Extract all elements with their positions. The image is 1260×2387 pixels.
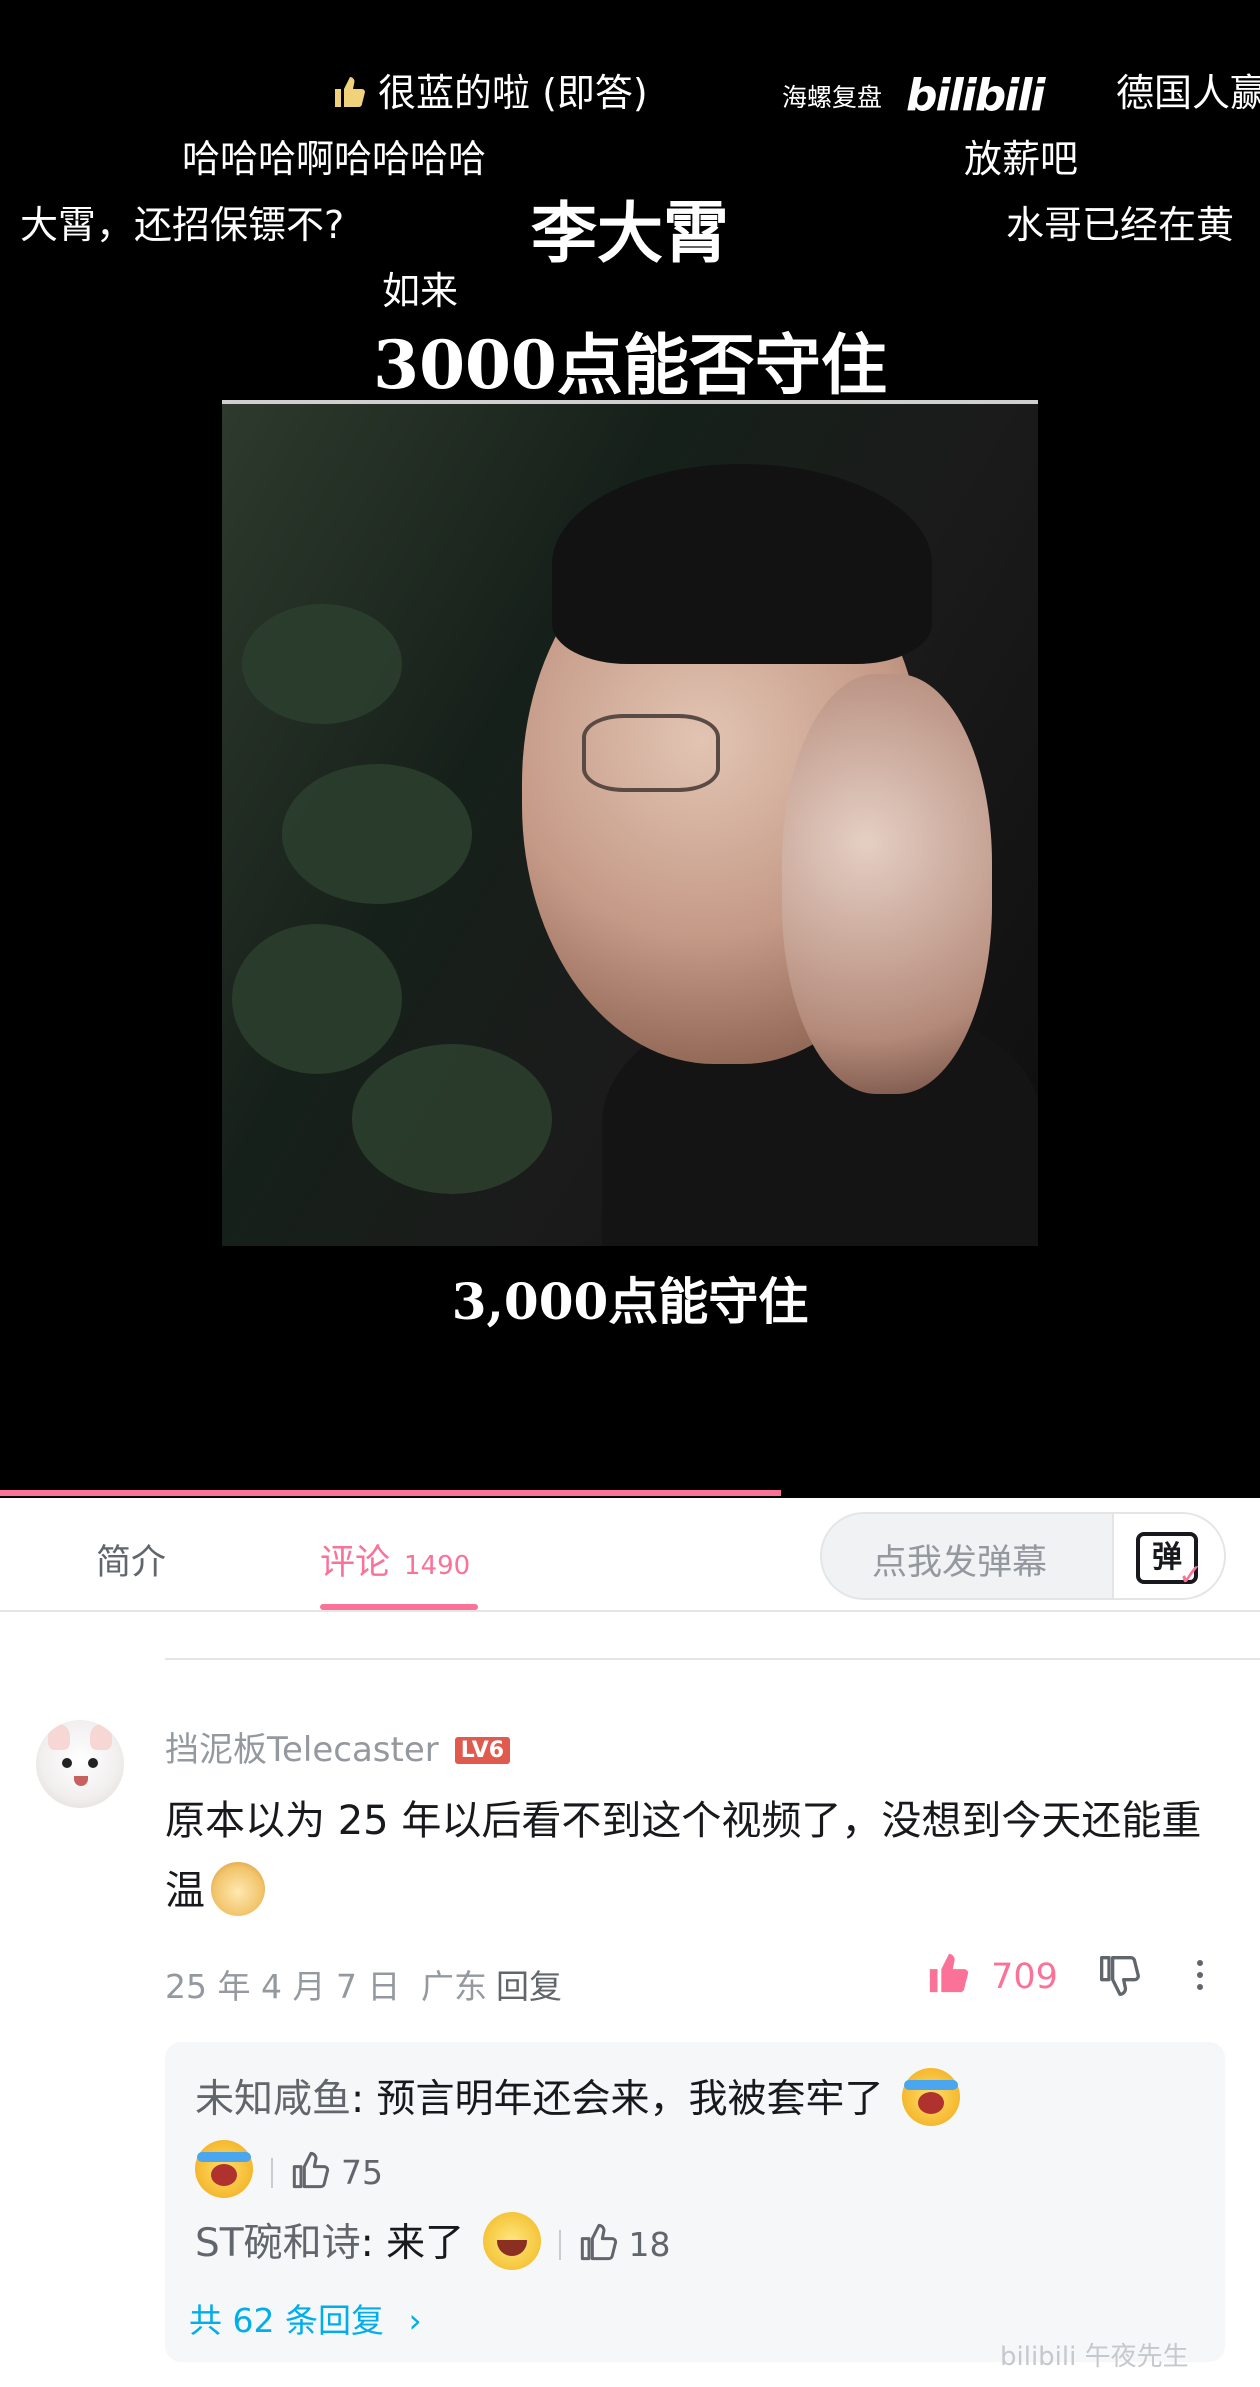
video-frame-image [222,400,1038,1246]
reply-like-button[interactable]: 18 [579,2223,671,2264]
like-button[interactable]: 709 [926,1950,1058,1997]
reply-item[interactable]: 未知咸鱼: 预言明年还会来，我被套牢了 [195,2068,960,2126]
uploader-watermark: 海螺复盘 [782,83,883,112]
bilibili-logo: bilibili [906,70,1045,121]
total-replies-text: 共 62 条回复 [189,2301,384,2340]
reply-item-continued: 75 [195,2140,383,2198]
video-name-title: 李大霄 [531,194,729,272]
thumb-up-icon [332,74,368,119]
comment-body: 原本以为 25 年以后看不到这个视频了，没想到今天还能重温 [165,1798,1202,1914]
video-headline: 3000点能否守住 [373,326,887,404]
tab-comments[interactable]: 评论 1490 [320,1534,470,1585]
username-text: 挡泥板Telecaster [165,1730,439,1770]
danmaku-toggle-button[interactable]: 弹 ✓ [1112,1514,1224,1598]
thumb-up-icon [929,1953,969,1993]
thumb-up-icon [292,2151,330,2189]
comment-date-location: 25 年 4 月 7 日 广东 [165,1960,487,2008]
crying-emoji-icon [901,2068,960,2126]
comment-location: 广东 [420,1967,487,2006]
level-badge: LV6 [454,1737,511,1764]
view-all-replies-link[interactable]: 共 62 条回复 › [189,2294,422,2342]
comment-text: 原本以为 25 年以后看不到这个视频了，没想到今天还能重温 [165,1786,1215,1926]
reply-like-count: 18 [628,2225,671,2264]
danmaku-placeholder: 点我发弹幕 [872,1543,1048,1583]
doge-emoji-icon [211,1862,265,1916]
like-count: 709 [991,1957,1058,1997]
thumb-up-icon [580,2223,617,2261]
laughing-emoji-icon [482,2212,541,2270]
video-progress-bar[interactable] [0,1490,782,1496]
chevron-right-icon: › [408,2301,422,2340]
tab-bar: 简介 评论 1490 点我发弹幕 弹 ✓ [0,1498,1260,1612]
reply-text: : 预言明年还会来，我被套牢了 [351,2077,884,2122]
video-player[interactable]: 很蓝的啦 (即答) 哈哈哈啊哈哈哈哈 大霄，还招保镖不? 如来 德国人赢 放薪吧… [0,0,1260,1498]
avatar[interactable] [36,1720,124,1808]
reply-username[interactable]: 未知咸鱼 [195,2077,351,2122]
replies-box: 未知咸鱼: 预言明年还会来，我被套牢了 75 ST碗和诗: 来了 18 共 62… [165,2042,1225,2362]
check-icon: ✓ [1178,1558,1204,1593]
danmaku-item: 德国人赢 [1116,71,1260,115]
reply-item[interactable]: ST碗和诗: 来了 18 [195,2212,671,2270]
more-options-icon[interactable] [1190,1956,1210,1996]
danmaku-item: 哈哈哈啊哈哈哈哈 [182,137,487,181]
tab-comments-label: 评论 [320,1543,391,1583]
comment-username[interactable]: 挡泥板Telecaster LV6 [165,1722,511,1771]
reply-like-button[interactable]: 75 [291,2151,383,2192]
danmaku-item: 很蓝的啦 (即答) [332,62,648,119]
tab-intro[interactable]: 简介 [96,1534,166,1585]
crying-emoji-icon [195,2140,253,2198]
thumb-down-icon [1100,1956,1140,1996]
comments-count: 1490 [404,1551,471,1581]
danmaku-input[interactable]: 点我发弹幕 弹 ✓ [820,1512,1226,1600]
active-tab-indicator [320,1604,478,1610]
reply-button[interactable]: 回复 [496,1960,562,2008]
divider [165,1658,1260,1660]
comment-date: 25 年 4 月 7 日 [165,1967,401,2006]
corner-watermark: bilibili 午夜先生 [1000,2342,1189,2372]
dislike-button[interactable] [1098,1954,1142,1998]
video-subtitle: 3,000点能守住 [451,1272,809,1331]
reply-username[interactable]: ST碗和诗 [195,2221,361,2266]
reply-like-count: 75 [341,2153,383,2192]
reply-text: : 来了 [360,2221,465,2266]
danmaku-item: 放薪吧 [964,137,1079,181]
